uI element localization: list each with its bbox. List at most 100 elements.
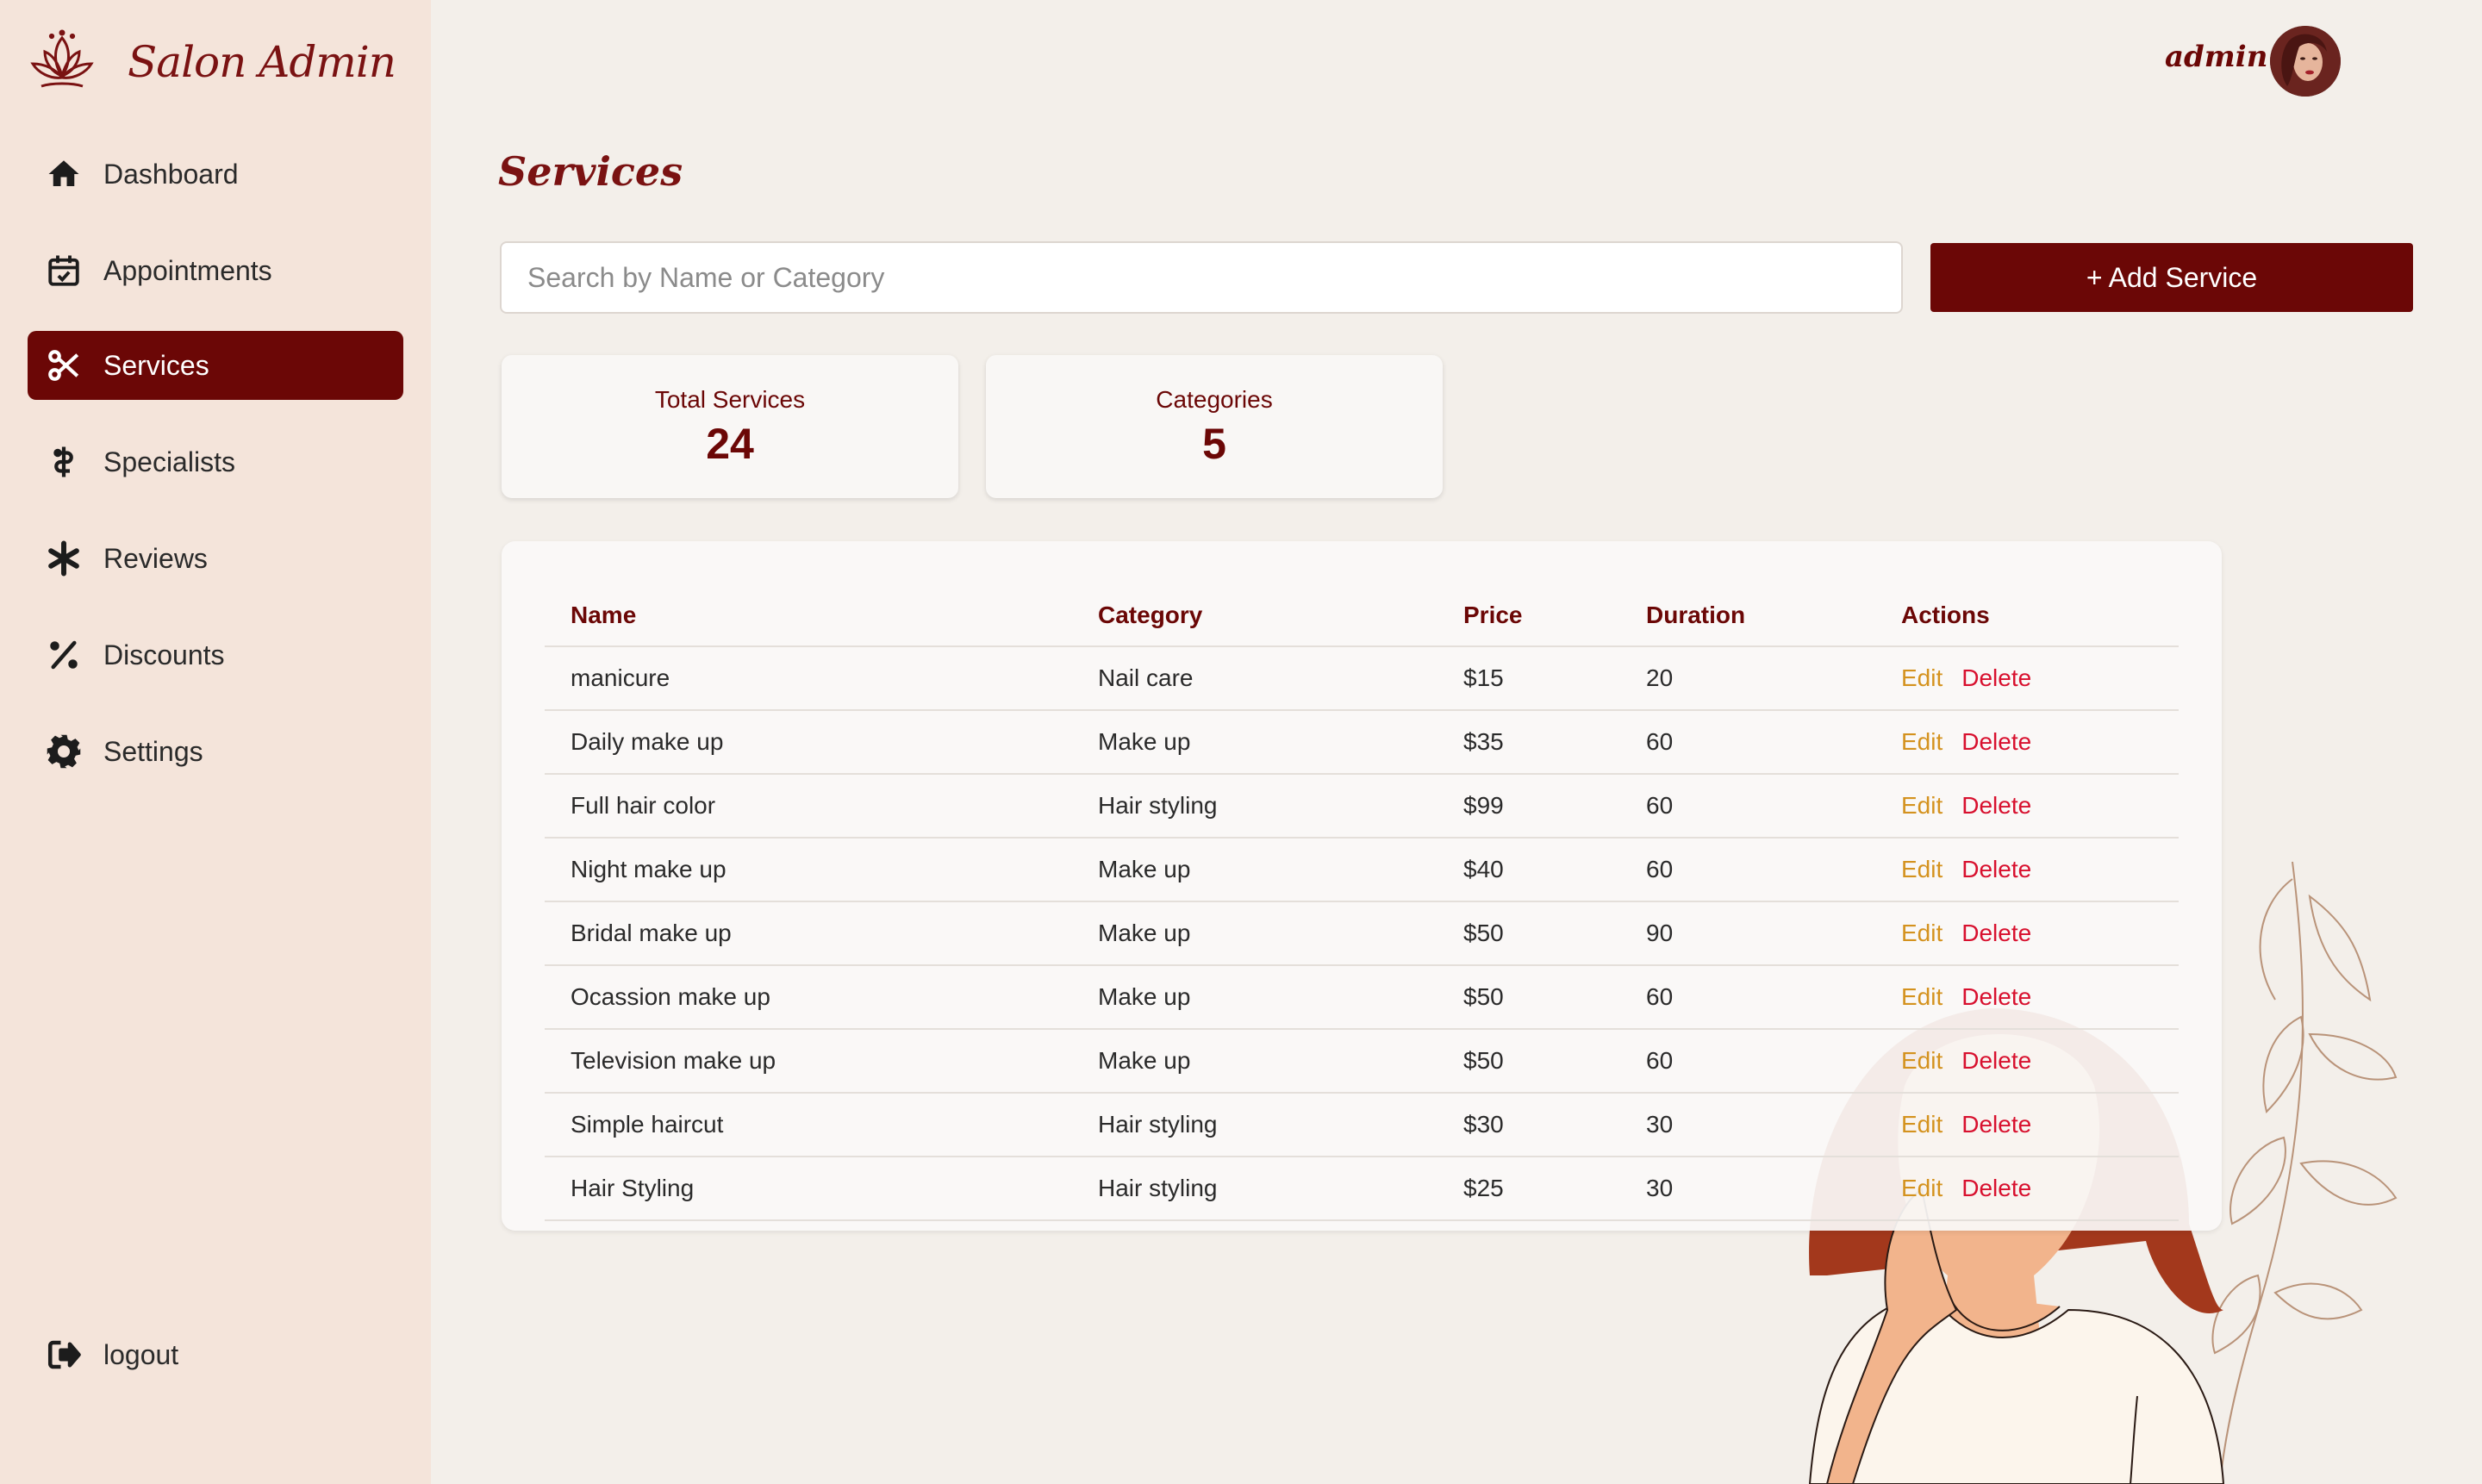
lotus-icon <box>30 29 94 88</box>
cell-actions: Edit Delete <box>1875 710 2179 775</box>
cell-name: Ocassion make up <box>545 965 1072 1030</box>
cell-actions: Edit Delete <box>1875 901 2179 966</box>
table-row: Night make up Make up $40 60 Edit Delete <box>545 838 2179 902</box>
delete-button[interactable]: Delete <box>1961 856 2031 882</box>
staff-icon <box>28 444 100 480</box>
cell-price: $35 <box>1437 710 1620 775</box>
table-row: Ocassion make up Make up $50 60 Edit Delete <box>545 965 2179 1030</box>
stat-label: Total Services <box>654 386 806 413</box>
delete-button[interactable]: Delete <box>1961 1111 2031 1138</box>
cell-duration: 60 <box>1620 965 1875 1030</box>
cell-name: manicure <box>545 646 1072 711</box>
cell-duration: 20 <box>1620 646 1875 711</box>
cell-actions: Edit Delete <box>1875 965 2179 1030</box>
search-input[interactable] <box>500 241 1903 314</box>
stat-card-total-services: Total Services 24 <box>502 355 958 498</box>
cell-category: Hair styling <box>1072 1093 1437 1157</box>
page-title: Services <box>498 148 683 195</box>
edit-button[interactable]: Edit <box>1901 1111 1943 1138</box>
delete-button[interactable]: Delete <box>1961 728 2031 755</box>
table-row: manicure Nail care $15 20 Edit Delete <box>545 646 2179 711</box>
edit-button[interactable]: Edit <box>1901 920 1943 946</box>
edit-button[interactable]: Edit <box>1901 664 1943 691</box>
cell-duration: 30 <box>1620 1157 1875 1221</box>
percent-icon <box>28 637 100 673</box>
edit-button[interactable]: Edit <box>1901 728 1943 755</box>
brand[interactable]: Salon Admin <box>26 26 396 98</box>
cell-name: Bridal make up <box>545 901 1072 966</box>
cell-price: $50 <box>1437 965 1620 1030</box>
cell-name: Hair Styling <box>545 1157 1072 1221</box>
cell-price: $50 <box>1437 901 1620 966</box>
cell-category: Make up <box>1072 965 1437 1030</box>
cell-name: Television make up <box>545 1029 1072 1094</box>
brand-name: Salon Admin <box>128 37 396 87</box>
stat-value: 24 <box>706 420 754 468</box>
user-name: admin <box>2165 40 2268 74</box>
delete-button[interactable]: Delete <box>1961 1047 2031 1074</box>
sidebar-item-settings[interactable]: Settings <box>28 717 403 786</box>
sidebar-item-label: Appointments <box>103 254 272 286</box>
cell-category: Nail care <box>1072 646 1437 711</box>
cell-price: $25 <box>1437 1157 1620 1221</box>
stat-value: 5 <box>1202 420 1226 468</box>
user-photo <box>2270 26 2341 97</box>
cell-actions: Edit Delete <box>1875 646 2179 711</box>
cell-name: Night make up <box>545 838 1072 902</box>
delete-button[interactable]: Delete <box>1961 664 2031 691</box>
sidebar-item-label: Dashboard <box>103 158 239 190</box>
edit-button[interactable]: Edit <box>1901 856 1943 882</box>
cell-category: Hair styling <box>1072 1157 1437 1221</box>
asterisk-icon <box>28 540 100 577</box>
scissors-icon <box>28 347 100 383</box>
table-row: Daily make up Make up $35 60 Edit Delete <box>545 710 2179 775</box>
stat-card-categories: Categories 5 <box>986 355 1443 498</box>
cell-duration: 60 <box>1620 838 1875 902</box>
cell-category: Make up <box>1072 710 1437 775</box>
calendar-check-icon <box>28 253 100 289</box>
edit-button[interactable]: Edit <box>1901 1175 1943 1201</box>
cell-actions: Edit Delete <box>1875 774 2179 839</box>
cell-price: $40 <box>1437 838 1620 902</box>
sidebar-item-specialists[interactable]: Specialists <box>28 427 403 496</box>
delete-button[interactable]: Delete <box>1961 792 2031 819</box>
sidebar-item-reviews[interactable]: Reviews <box>28 524 403 593</box>
table-row: Television make up Make up $50 60 Edit Delete <box>545 1029 2179 1094</box>
column-header-name[interactable]: Name <box>545 584 1072 647</box>
column-header-category[interactable]: Category <box>1072 584 1437 647</box>
avatar[interactable] <box>2270 26 2341 97</box>
table-header-row: Name Category Price Duration Actions <box>545 584 2179 647</box>
cell-duration: 60 <box>1620 774 1875 839</box>
logout-label: logout <box>103 1338 179 1370</box>
table-row: Hair Styling Hair styling $25 30 Edit Delete <box>545 1157 2179 1221</box>
add-service-button[interactable]: + Add Service <box>1930 243 2413 312</box>
column-header-duration[interactable]: Duration <box>1620 584 1875 647</box>
cell-price: $50 <box>1437 1029 1620 1094</box>
logout-button[interactable]: logout <box>28 1320 403 1389</box>
cell-category: Make up <box>1072 1029 1437 1094</box>
sidebar-item-services[interactable]: Services <box>28 331 403 400</box>
sidebar-item-discounts[interactable]: Discounts <box>28 620 403 689</box>
home-icon <box>28 156 100 192</box>
delete-button[interactable]: Delete <box>1961 1175 2031 1201</box>
edit-button[interactable]: Edit <box>1901 792 1943 819</box>
edit-button[interactable]: Edit <box>1901 1047 1943 1074</box>
sidebar-item-label: Settings <box>103 735 203 767</box>
cell-name: Daily make up <box>545 710 1072 775</box>
cell-actions: Edit Delete <box>1875 1093 2179 1157</box>
delete-button[interactable]: Delete <box>1961 920 2031 946</box>
sidebar-item-label: Discounts <box>103 639 225 670</box>
cell-price: $99 <box>1437 774 1620 839</box>
sidebar: Salon Admin Dashboard Appointments Servi… <box>0 0 431 1484</box>
sidebar-item-dashboard[interactable]: Dashboard <box>28 140 403 209</box>
delete-button[interactable]: Delete <box>1961 983 2031 1010</box>
stat-label: Categories <box>1156 386 1273 413</box>
cell-price: $30 <box>1437 1093 1620 1157</box>
edit-button[interactable]: Edit <box>1901 983 1943 1010</box>
column-header-price[interactable]: Price <box>1437 584 1620 647</box>
sidebar-item-appointments[interactable]: Appointments <box>28 236 403 305</box>
cell-price: $15 <box>1437 646 1620 711</box>
cell-name: Simple haircut <box>545 1093 1072 1157</box>
cell-category: Make up <box>1072 901 1437 966</box>
table-row: Full hair color Hair styling $99 60 Edit Dele… <box>545 774 2179 839</box>
